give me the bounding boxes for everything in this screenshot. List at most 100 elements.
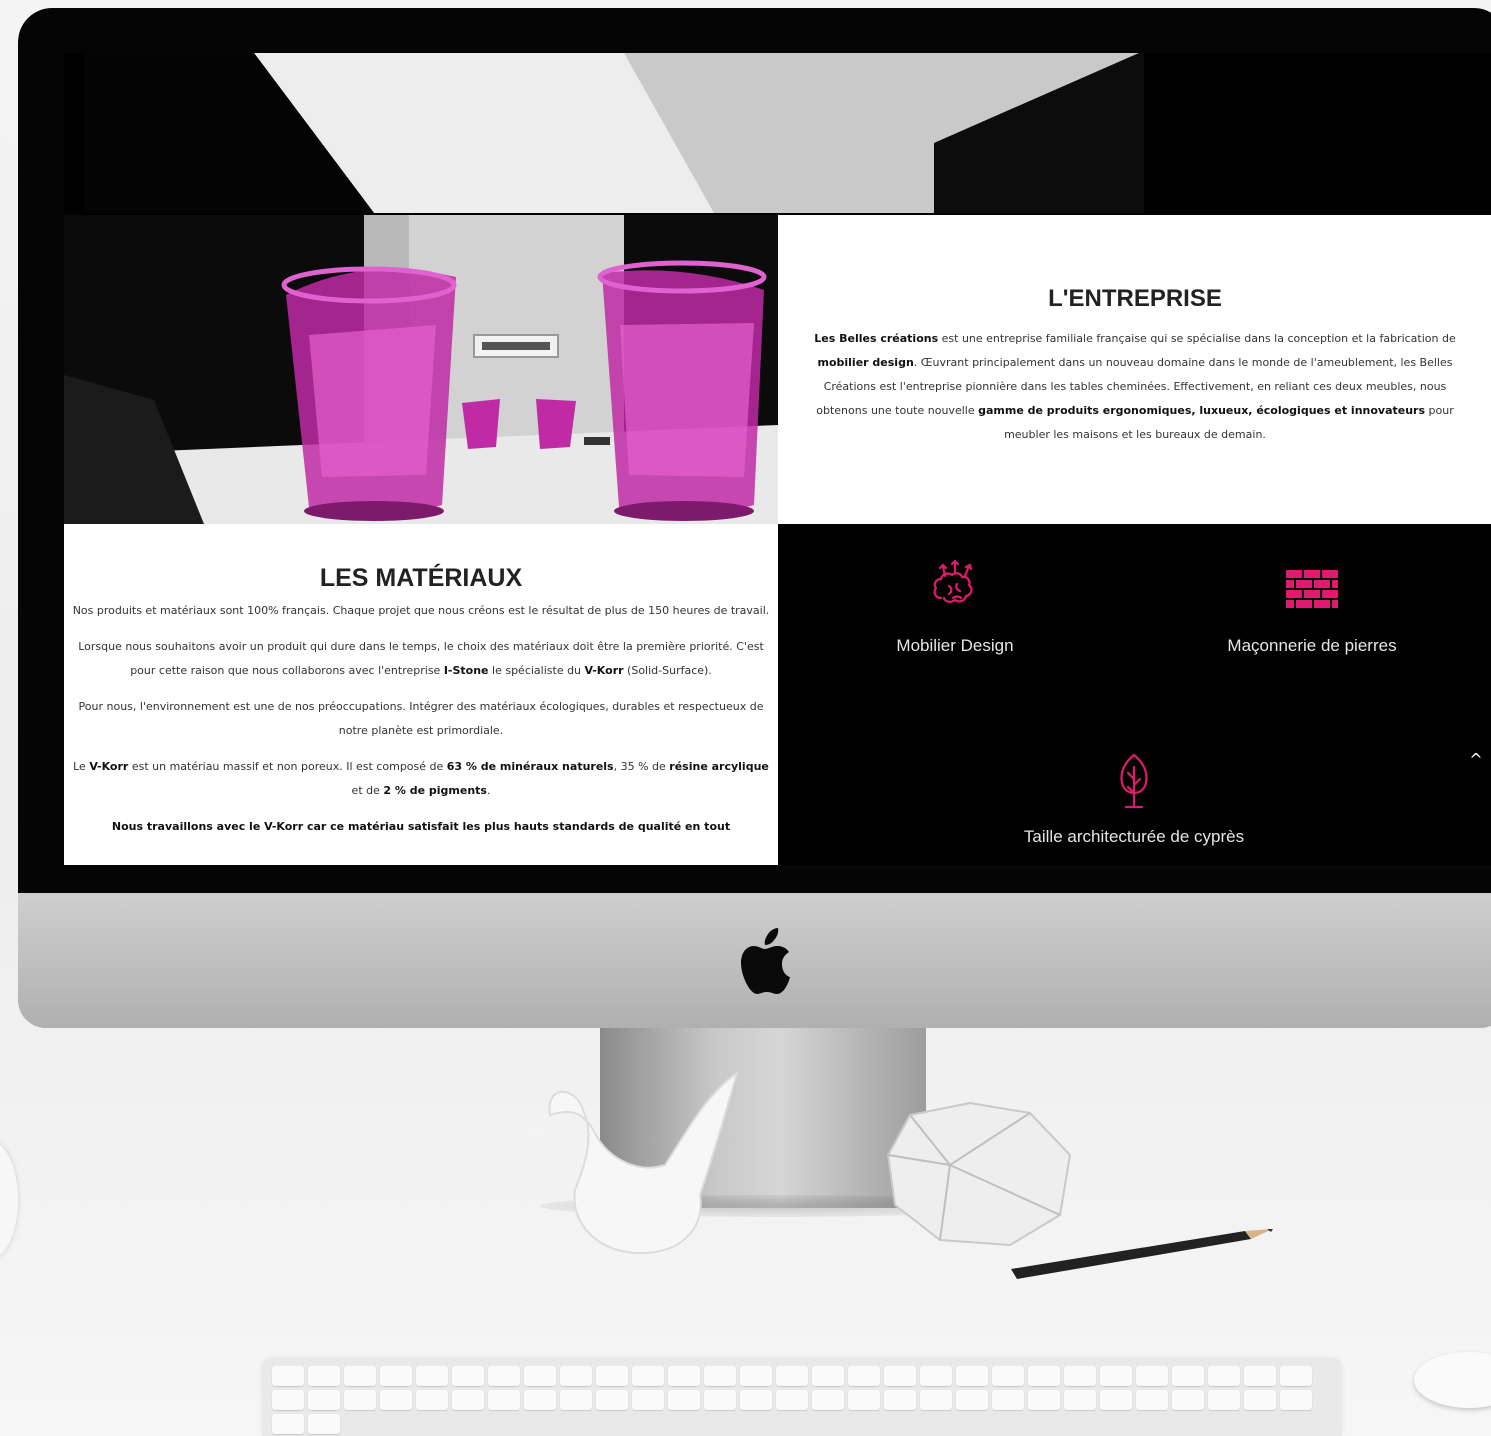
- materials-paragraph: Nous travaillons avec le V-Korr car ce m…: [68, 815, 774, 839]
- highlight-pigments: 2 % de pigments: [383, 784, 487, 797]
- keyboard-key: [596, 1366, 628, 1386]
- mouse: [1414, 1352, 1491, 1408]
- keyboard-key: [272, 1366, 304, 1386]
- highlight-product-range: gamme de produits ergonomiques, luxueux,…: [978, 404, 1426, 417]
- photo-illustration: [64, 215, 778, 524]
- highlight-quality: Nous travaillons avec le V-Korr car ce m…: [111, 820, 731, 833]
- keyboard-key: [920, 1390, 952, 1410]
- website-screen: L'ENTREPRISE Les Belles créations est un…: [64, 53, 1491, 865]
- scroll-to-top-button[interactable]: ^: [1464, 750, 1488, 770]
- keyboard-key: [1136, 1366, 1168, 1386]
- keyboard-key: [488, 1390, 520, 1410]
- company-description: Les Belles créations est une entreprise …: [800, 327, 1470, 447]
- keyboard-key: [1244, 1366, 1276, 1386]
- service-taille-cypres[interactable]: Taille architecturée de cyprès: [984, 749, 1284, 847]
- brain-icon: [933, 559, 973, 603]
- keyboard-key: [308, 1390, 340, 1410]
- keyboard-key: [596, 1390, 628, 1410]
- keyboard-key: [704, 1366, 736, 1386]
- service-label: Taille architecturée de cyprès: [1023, 827, 1245, 846]
- keyboard: [262, 1360, 1342, 1436]
- keyboard-key: [956, 1390, 988, 1410]
- keyboard-key: [776, 1366, 808, 1386]
- materials-paragraph: Nos produits et matériaux sont 100% fran…: [68, 599, 774, 623]
- company-section: L'ENTREPRISE Les Belles créations est un…: [778, 215, 1491, 524]
- keyboard-key: [380, 1390, 412, 1410]
- keyboard-key: [560, 1390, 592, 1410]
- text-segment: Le: [73, 760, 90, 773]
- service-label: Mobilier Design: [896, 636, 1014, 655]
- keyboard-key: [1028, 1390, 1060, 1410]
- keyboard-key: [632, 1366, 664, 1386]
- highlight-vkorr: V-Korr: [89, 760, 129, 773]
- service-maconnerie[interactable]: Maçonnerie de pierres: [1162, 558, 1462, 656]
- text-segment: Pour nous, l'environnement est une de no…: [78, 700, 764, 737]
- materials-section: LES MATÉRIAUX Nos produits et matériaux …: [64, 524, 778, 865]
- pencil: [1011, 1229, 1273, 1279]
- highlight-minerals: 63 % de minéraux naturels: [446, 760, 614, 773]
- keyboard-key: [1280, 1390, 1312, 1410]
- keyboard-key: [848, 1390, 880, 1410]
- keyboard-key: [992, 1366, 1024, 1386]
- keyboard-key: [272, 1390, 304, 1410]
- keyboard-key: [668, 1390, 700, 1410]
- materials-paragraph: Pour nous, l'environnement est une de no…: [68, 695, 774, 743]
- keyboard-key: [1172, 1366, 1204, 1386]
- keyboard-key: [920, 1366, 952, 1386]
- tree-icon: [1120, 753, 1148, 809]
- pink-glasses-photo: [64, 215, 778, 524]
- keyboard-key: [308, 1366, 340, 1386]
- keyboard-key: [1064, 1366, 1096, 1386]
- service-mobilier-design[interactable]: Mobilier Design: [805, 558, 1105, 656]
- text-segment: le spécialiste du: [488, 664, 585, 677]
- keyboard-key: [812, 1366, 844, 1386]
- keyboard-key: [632, 1390, 664, 1410]
- text-segment: , 35 % de: [613, 760, 670, 773]
- decorative-vase: [0, 1140, 18, 1260]
- keyboard-key: [1100, 1390, 1132, 1410]
- keyboard-key: [668, 1366, 700, 1386]
- keyboard-key: [884, 1390, 916, 1410]
- keyboard-key: [1028, 1366, 1060, 1386]
- highlight-vkorr: V-Korr: [584, 664, 624, 677]
- keyboard-key: [1064, 1390, 1096, 1410]
- monitor: L'ENTREPRISE Les Belles créations est un…: [18, 8, 1491, 1028]
- keyboard-key: [416, 1390, 448, 1410]
- keyboard-key: [524, 1390, 556, 1410]
- hero-image: [64, 53, 1491, 213]
- keyboard-key: [524, 1366, 556, 1386]
- keyboard-key: [704, 1390, 736, 1410]
- text-segment: est un matériau massif et non poreux. Il…: [128, 760, 447, 773]
- brick-wall-icon: [1286, 570, 1338, 608]
- keyboard-key: [416, 1366, 448, 1386]
- keyboard-key: [884, 1366, 916, 1386]
- company-title: L'ENTREPRISE: [1048, 285, 1222, 312]
- company-name: Les Belles créations: [814, 332, 939, 345]
- keyboard-key: [1136, 1390, 1168, 1410]
- text-segment: et de: [351, 784, 384, 797]
- keyboard-key: [1208, 1366, 1240, 1386]
- content-grid: L'ENTREPRISE Les Belles créations est un…: [64, 215, 1491, 865]
- keyboard-key: [560, 1366, 592, 1386]
- keyboard-key: [488, 1366, 520, 1386]
- keyboard-key: [776, 1390, 808, 1410]
- keyboard-key: [380, 1366, 412, 1386]
- keyboard-key: [992, 1390, 1024, 1410]
- keyboard-key: [1208, 1390, 1240, 1410]
- keyboard-key: [848, 1366, 880, 1386]
- materials-title: LES MATÉRIAUX: [319, 564, 523, 592]
- bird-figurine: [510, 1070, 739, 1255]
- materials-paragraph: Lorsque nous souhaitons avoir un produit…: [68, 635, 774, 683]
- keyboard-key: [344, 1366, 376, 1386]
- keyboard-key: [1280, 1366, 1312, 1386]
- materials-paragraph: Le V-Korr est un matériau massif et non …: [68, 755, 774, 803]
- keyboard-key: [1100, 1366, 1132, 1386]
- keyboard-key: [740, 1390, 772, 1410]
- text-segment: (Solid-Surface).: [623, 664, 712, 677]
- services-section: Mobilier Design Maçonnerie de pierres Ta…: [778, 524, 1491, 865]
- keyboard-key: [452, 1366, 484, 1386]
- highlight-resin: résine arcylique: [669, 760, 769, 773]
- service-label: Maçonnerie de pierres: [1227, 636, 1397, 655]
- text-segment: Nos produits et matériaux sont 100% fran…: [72, 604, 770, 617]
- keyboard-key: [452, 1390, 484, 1410]
